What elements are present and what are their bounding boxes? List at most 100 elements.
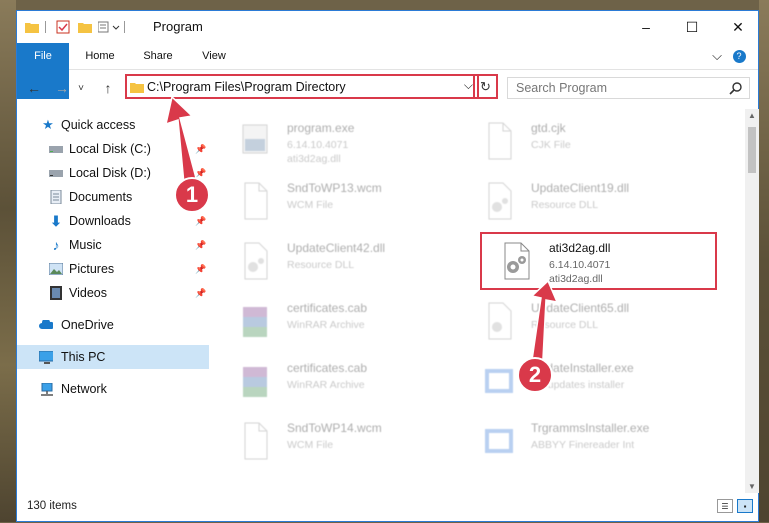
window-title: Program — [153, 19, 203, 34]
pin-icon[interactable]: 📌 — [195, 240, 206, 251]
file-detail: WinRAR Archive — [287, 319, 365, 331]
customize-toolbar-icon[interactable] — [98, 21, 120, 33]
search-input[interactable]: Search Program — [507, 77, 750, 99]
quick-access-toolbar — [25, 11, 133, 43]
help-icon[interactable]: ? — [732, 50, 746, 63]
sidebar-item-label: OneDrive — [61, 318, 114, 332]
list-item[interactable]: UpdateClient19.dll Resource DLL — [473, 173, 708, 229]
scroll-down-icon[interactable]: ▼ — [748, 482, 756, 491]
address-path: C:\Program Files\Program Directory — [147, 80, 346, 94]
tab-home[interactable]: Home — [79, 43, 121, 69]
star-icon: ★ — [42, 117, 54, 132]
list-item[interactable]: program.exe 6.14.10.4071 ati3d2ag.dll — [229, 113, 464, 169]
desktop-wallpaper-left — [0, 0, 16, 522]
callout-2: 2 — [517, 357, 553, 393]
list-item[interactable]: UpdateClient42.dll Resource DLL — [229, 233, 464, 289]
file-name: SndToWP14.wcm — [287, 421, 382, 435]
scrollbar-thumb[interactable] — [748, 127, 756, 173]
scroll-up-icon[interactable]: ▲ — [748, 111, 756, 120]
sidebar-item-local-disk-c[interactable]: Local Disk (C:) 📌 — [17, 137, 209, 161]
close-button[interactable]: ✕ — [715, 11, 761, 43]
drive-icon — [49, 143, 63, 155]
status-bar: 130 items ☰ ▪ — [17, 493, 758, 523]
list-item[interactable]: SndToWP14.wcm WCM File — [229, 413, 464, 469]
sidebar-item-music[interactable]: ♪ Music 📌 — [17, 233, 209, 257]
vertical-scrollbar[interactable]: ▲ ▼ — [745, 109, 759, 493]
sidebar-item-label: Pictures — [69, 262, 115, 276]
forward-button[interactable]: → — [51, 78, 73, 98]
refresh-button[interactable]: ↻ — [473, 74, 498, 99]
file-name: SndToWP13.wcm — [287, 181, 382, 195]
properties-icon[interactable] — [56, 20, 70, 34]
sidebar-item-quick-access[interactable]: ★ Quick access — [17, 113, 209, 137]
up-button[interactable]: ↑ — [97, 78, 119, 98]
cloud-icon — [39, 319, 53, 331]
sidebar-item-videos[interactable]: Videos 📌 — [17, 281, 209, 305]
pin-icon[interactable]: 📌 — [195, 288, 206, 299]
expand-ribbon-icon[interactable]: ⌵ — [707, 43, 727, 69]
file-detail: ABBYY Finereader Int — [531, 439, 635, 451]
search-icon[interactable] — [729, 81, 743, 95]
details-view-icon[interactable]: ☰ — [717, 499, 733, 513]
sidebar-item-this-pc[interactable]: This PC — [17, 345, 209, 369]
list-item[interactable]: gtd.cjk CJK File — [473, 113, 708, 169]
file-name: gtd.cjk — [531, 121, 566, 135]
maximize-button[interactable]: ☐ — [669, 11, 715, 43]
pin-icon[interactable]: 📌 — [195, 264, 206, 275]
navigation-pane: ★ Quick access Local Disk (C:) 📌 Local D… — [17, 109, 209, 493]
installer-icon — [485, 429, 513, 453]
blank-file-icon — [244, 422, 268, 460]
sidebar-item-pictures[interactable]: Pictures 📌 — [17, 257, 209, 281]
file-detail: CJK File — [531, 139, 571, 151]
list-item[interactable]: TrgrammsInstaller.exe ABBYY Finereader I… — [473, 413, 708, 469]
navigation-bar: ← → ˅ ↑ C:\Program Files\Program Directo… — [17, 70, 758, 106]
network-icon — [39, 382, 53, 396]
videos-icon — [49, 286, 63, 300]
list-item[interactable]: UpdateInstaller.exe BY updates installer — [473, 353, 708, 409]
sidebar-item-onedrive[interactable]: OneDrive — [17, 313, 209, 337]
winrar-icon — [243, 367, 267, 397]
pin-icon[interactable]: 📌 — [195, 216, 206, 227]
file-detail: Resource DLL — [531, 199, 599, 211]
exe-icon — [242, 124, 268, 154]
highlight-box — [480, 232, 717, 290]
file-name: UpdateClient42.dll — [287, 241, 386, 255]
dll-icon — [488, 302, 512, 340]
large-icons-view-icon[interactable]: ▪ — [737, 499, 753, 513]
pin-icon[interactable]: 📌 — [195, 144, 206, 155]
back-button[interactable]: ← — [23, 78, 45, 98]
address-dropdown-icon[interactable]: ⌵ — [464, 78, 473, 93]
list-item[interactable]: certificates.cab WinRAR Archive — [229, 293, 464, 349]
sidebar-item-label: Downloads — [69, 214, 131, 228]
minimize-button[interactable]: – — [623, 11, 669, 43]
file-detail: Resource DLL — [531, 319, 599, 331]
music-icon: ♪ — [52, 237, 60, 253]
sidebar-item-label: Network — [61, 382, 107, 396]
list-item[interactable]: certificates.cab WinRAR Archive — [229, 353, 464, 409]
sidebar-item-label: Music — [69, 238, 102, 252]
sidebar-item-downloads[interactable]: ⬇ Downloads 📌 — [17, 209, 209, 233]
dll-icon — [488, 182, 512, 220]
file-detail: Resource DLL — [287, 259, 355, 271]
dll-icon — [244, 242, 268, 280]
winrar-icon — [243, 307, 267, 337]
list-item[interactable]: SndToWP13.wcm WCM File — [229, 173, 464, 229]
address-bar[interactable]: C:\Program Files\Program Directory ⌵ — [125, 74, 479, 99]
desktop-wallpaper-right — [759, 0, 769, 522]
list-item[interactable]: UpdateClient65.dll Resource DLL — [473, 293, 708, 349]
folder-icon — [25, 23, 39, 33]
recent-locations-button[interactable]: ˅ — [75, 78, 87, 98]
file-detail: ati3d2ag.dll — [287, 153, 341, 165]
file-list: program.exe 6.14.10.4071 ati3d2ag.dll gt… — [219, 109, 747, 495]
sidebar-item-label: Documents — [69, 190, 133, 204]
new-folder-icon[interactable] — [78, 21, 92, 33]
file-detail: WinRAR Archive — [287, 379, 365, 391]
tab-view[interactable]: View — [193, 43, 235, 69]
file-name: certificates.cab — [287, 301, 368, 315]
sidebar-item-label: This PC — [61, 350, 106, 364]
sidebar-item-network[interactable]: Network — [17, 377, 209, 401]
file-name: UpdateClient19.dll — [531, 181, 630, 195]
tab-share[interactable]: Share — [137, 43, 179, 69]
blank-file-icon — [244, 182, 268, 220]
drive-icon — [49, 167, 63, 179]
